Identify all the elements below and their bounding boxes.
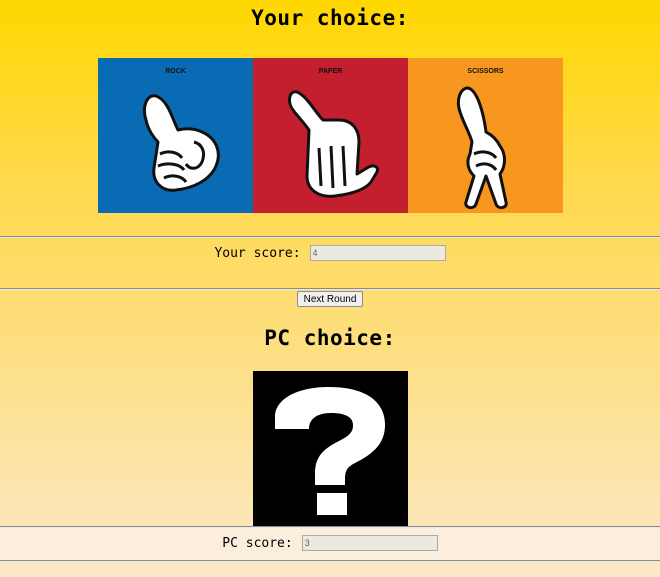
open-hand-icon bbox=[288, 90, 379, 198]
your-score-row: Your score: bbox=[0, 245, 660, 261]
your-score-label: Your score: bbox=[214, 245, 301, 261]
rock-choice-button[interactable]: ROCK bbox=[98, 58, 253, 213]
player-choices: ROCK PAPER SCISSORS bbox=[98, 58, 563, 213]
divider bbox=[0, 526, 660, 528]
pc-choice-title: PC choice: bbox=[264, 326, 396, 350]
pc-score-label: PC score: bbox=[222, 535, 293, 551]
divider bbox=[0, 560, 660, 562]
divider bbox=[0, 236, 660, 238]
pc-score-row: PC score: bbox=[0, 535, 660, 551]
scissors-choice-button[interactable]: SCISSORS bbox=[408, 58, 563, 213]
pc-choice-image bbox=[253, 371, 408, 526]
divider bbox=[0, 288, 660, 290]
your-choice-title: Your choice: bbox=[251, 6, 409, 30]
next-round-button[interactable]: Next Round bbox=[297, 291, 363, 307]
pc-score-field[interactable] bbox=[301, 535, 438, 551]
scissors-hand-icon bbox=[456, 86, 508, 210]
paper-choice-button[interactable]: PAPER bbox=[253, 58, 408, 213]
question-mark-icon bbox=[275, 387, 385, 515]
your-score-field[interactable] bbox=[309, 245, 446, 261]
fist-icon bbox=[142, 94, 220, 192]
